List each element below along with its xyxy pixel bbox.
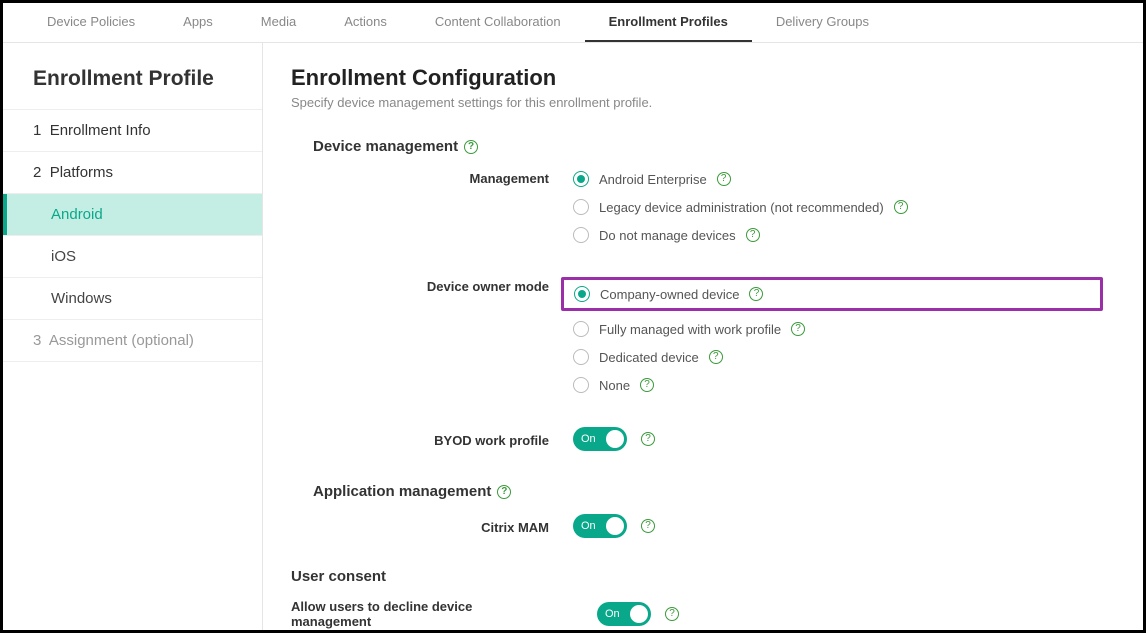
help-icon[interactable] [746,228,760,242]
step-label: Enrollment Info [50,122,151,139]
help-icon[interactable] [894,200,908,214]
radio-icon [573,171,589,187]
radio-label: Legacy device administration (not recomm… [599,200,884,215]
tab-enrollment-profiles[interactable]: Enrollment Profiles [585,3,752,42]
page-title: Enrollment Configuration [291,65,1103,91]
tab-content-collaboration[interactable]: Content Collaboration [411,3,585,42]
radio-label: Dedicated device [599,350,699,365]
toggle-allow-decline[interactable]: On [597,602,651,626]
section-heading-label: User consent [291,568,386,585]
label-citrix-mam: Citrix MAM [291,518,573,535]
toggle-label: On [597,608,620,620]
radio-icon [573,199,589,215]
toggle-knob [630,605,648,623]
radio-icon [573,227,589,243]
highlight-company-owned: Company-owned device [561,277,1103,311]
radio-android-enterprise[interactable]: Android Enterprise [573,169,1103,189]
toggle-knob [606,430,624,448]
toggle-label: On [573,433,596,445]
step-assignment[interactable]: 3 Assignment (optional) [3,320,262,362]
radio-legacy-admin[interactable]: Legacy device administration (not recomm… [573,197,1103,217]
help-icon[interactable] [464,140,478,154]
radio-none[interactable]: None [573,375,1103,395]
toggle-label: On [573,520,596,532]
radio-label: Fully managed with work profile [599,322,781,337]
section-application-management: Application management [313,483,1103,500]
sidebar-title: Enrollment Profile [3,67,262,110]
help-icon[interactable] [749,287,763,301]
tab-media[interactable]: Media [237,3,320,42]
help-icon[interactable] [640,378,654,392]
platform-android[interactable]: Android [3,194,262,236]
radio-fully-managed-wp[interactable]: Fully managed with work profile [573,319,1103,339]
help-icon[interactable] [665,607,679,621]
radio-label: Do not manage devices [599,228,736,243]
label-management: Management [291,169,573,186]
section-user-consent: User consent [291,568,1103,585]
help-icon[interactable] [717,172,731,186]
step-enrollment-info[interactable]: 1 Enrollment Info [3,110,262,152]
platform-ios[interactable]: iOS [3,236,262,278]
help-icon[interactable] [641,519,655,533]
page-subtitle: Specify device management settings for t… [291,95,1103,110]
radio-do-not-manage[interactable]: Do not manage devices [573,225,1103,245]
tab-actions[interactable]: Actions [320,3,411,42]
label-byod: BYOD work profile [291,431,573,448]
section-heading-label: Application management [313,483,491,500]
step-label: Platforms [50,164,113,181]
label-allow-decline: Allow users to decline device management [291,599,573,629]
help-icon[interactable] [709,350,723,364]
radio-label: Android Enterprise [599,172,707,187]
radio-label: None [599,378,630,393]
radio-icon [573,321,589,337]
tab-delivery-groups[interactable]: Delivery Groups [752,3,893,42]
tab-apps[interactable]: Apps [159,3,237,42]
top-nav: Device Policies Apps Media Actions Conte… [3,3,1143,43]
wizard-sidebar: Enrollment Profile 1 Enrollment Info 2 P… [3,43,263,630]
content-area: Enrollment Configuration Specify device … [263,43,1143,630]
toggle-knob [606,517,624,535]
step-label: Assignment (optional) [49,332,194,349]
help-icon[interactable] [497,485,511,499]
help-icon[interactable] [791,322,805,336]
step-num: 3 [33,332,41,349]
step-num: 1 [33,122,41,139]
step-platforms[interactable]: 2 Platforms [3,152,262,194]
radio-icon [573,377,589,393]
toggle-byod[interactable]: On [573,427,627,451]
radio-icon [573,349,589,365]
label-owner-mode: Device owner mode [291,277,573,294]
radio-dedicated-device[interactable]: Dedicated device [573,347,1103,367]
toggle-citrix-mam[interactable]: On [573,514,627,538]
tab-device-policies[interactable]: Device Policies [23,3,159,42]
section-device-management: Device management [313,138,1103,155]
radio-icon [574,286,590,302]
radio-label: Company-owned device [600,287,739,302]
help-icon[interactable] [641,432,655,446]
section-heading-label: Device management [313,138,458,155]
step-num: 2 [33,164,41,181]
platform-windows[interactable]: Windows [3,278,262,320]
radio-company-owned[interactable]: Company-owned device [574,286,763,302]
